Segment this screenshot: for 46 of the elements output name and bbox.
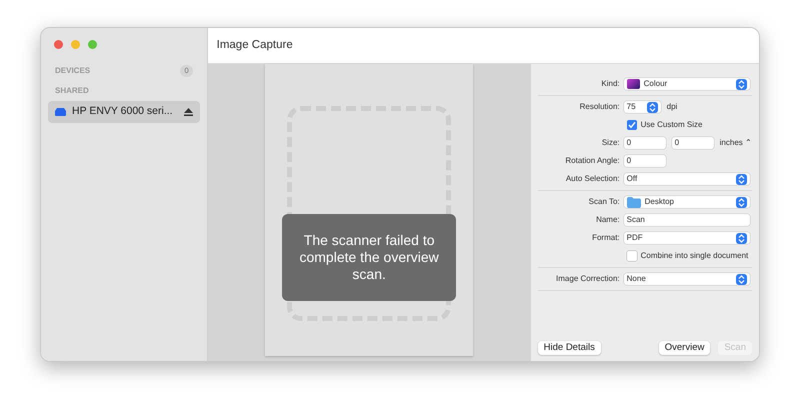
popup-button[interactable]: Desktop [624, 196, 750, 208]
checkbox-option[interactable]: Combine into single document [626, 250, 748, 262]
popup-button[interactable]: Colour [624, 78, 750, 90]
popup-arrows-icon [736, 174, 747, 184]
popup-arrows-icon [646, 102, 658, 112]
popup-button[interactable]: Off [624, 173, 750, 185]
unit-popup[interactable]: inches ⌃ [720, 137, 752, 149]
field-label: Resolution: [578, 101, 621, 113]
section-heading: SHARED [55, 85, 89, 97]
checkbox[interactable] [626, 120, 637, 130]
checkbox[interactable] [626, 251, 637, 261]
field-label: Format: [591, 232, 621, 244]
colour-swatch-icon [626, 79, 640, 89]
field-label: Size: [600, 137, 621, 149]
field-label: Rotation Angle: [564, 155, 621, 167]
popup-arrows-icon [736, 196, 747, 208]
section-heading: DEVICES [55, 65, 90, 77]
folder-icon [626, 196, 641, 208]
field-label: Image Correction: [555, 273, 621, 285]
scanner-icon [55, 108, 66, 116]
popup-button[interactable]: PDF [624, 232, 750, 244]
popup-arrows-icon [736, 78, 747, 90]
error-message: The scanner failed to complete the overview scan. [298, 232, 440, 283]
field-label: Name: [595, 214, 621, 226]
push-button[interactable]: Hide Details [538, 341, 601, 355]
minimize-button[interactable] [71, 40, 80, 49]
checkbox-option[interactable]: Use Custom Size [626, 119, 702, 131]
text-field[interactable]: 0 [624, 155, 666, 167]
zoom-button[interactable] [88, 40, 97, 49]
field-label: Auto Selection: [564, 173, 621, 185]
push-button[interactable]: Overview [658, 341, 710, 355]
size-field[interactable]: 0 [672, 137, 714, 149]
resolution-popup[interactable]: 75 [624, 101, 661, 113]
device-item[interactable]: HP ENVY 6000 seri... [48, 101, 200, 123]
unit-label: dpi [666, 101, 678, 113]
popup-arrows-icon [736, 232, 747, 244]
popup-button[interactable]: None [624, 273, 750, 285]
window-title: Image Capture [216, 38, 293, 53]
eject-icon[interactable] [184, 108, 193, 116]
checkmark-icon [628, 121, 636, 129]
field-label: Scan To: [588, 196, 621, 208]
close-button[interactable] [54, 40, 63, 49]
text-field[interactable]: Scan [624, 214, 750, 226]
field-label: Kind: [600, 78, 621, 90]
popup-arrows-icon [736, 274, 747, 284]
size-field[interactable]: 0 [624, 137, 666, 149]
